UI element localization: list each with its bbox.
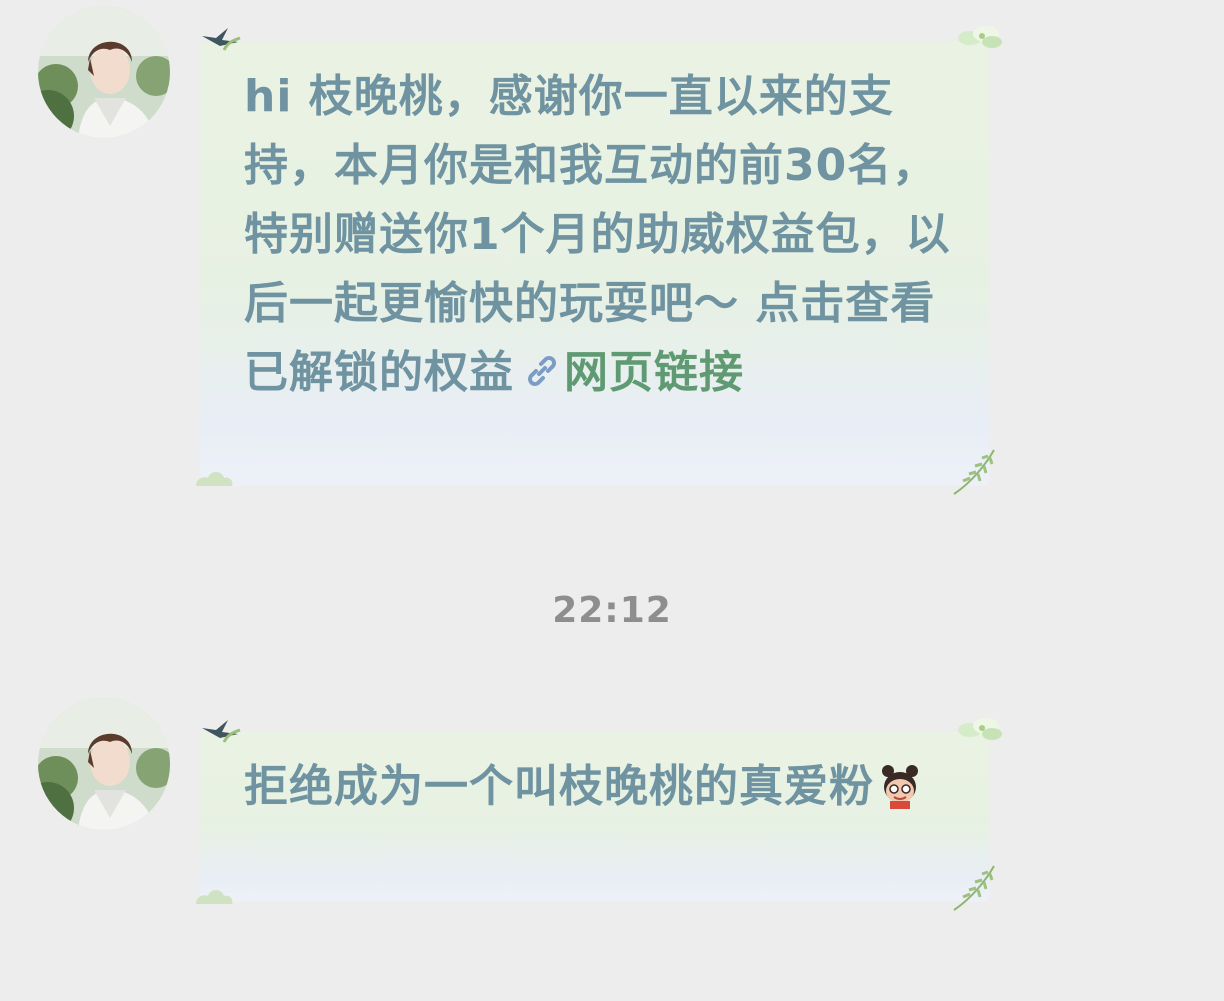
cloud-icon	[196, 890, 233, 904]
boy-portrait-avatar-icon	[38, 698, 170, 830]
flower-icon	[958, 718, 1002, 740]
swallow-icon	[202, 28, 241, 51]
message-text: 拒绝成为一个叫枝晚桃的真爱粉	[244, 761, 874, 812]
boy-portrait-avatar-icon	[38, 6, 170, 138]
flower-icon	[958, 26, 1002, 48]
web-link[interactable]: 网页链接	[564, 347, 744, 398]
swallow-icon	[202, 720, 241, 743]
sender-avatar[interactable]	[38, 6, 170, 138]
message-bubble[interactable]: 拒绝成为一个叫枝晚桃的真爱粉	[200, 732, 990, 902]
message-row: hi 枝晚桃，感谢你一直以来的支持，本月你是和我互动的前30名，特别赠送你1个月…	[0, 0, 1224, 520]
link-icon[interactable]	[522, 342, 562, 411]
cartoon-girl-emoji-icon	[876, 760, 924, 829]
sender-avatar[interactable]	[38, 698, 170, 830]
willow-icon	[953, 449, 995, 495]
message-bubble[interactable]: hi 枝晚桃，感谢你一直以来的支持，本月你是和我互动的前30名，特别赠送你1个月…	[200, 42, 990, 486]
message-row: 拒绝成为一个叫枝晚桃的真爱粉	[0, 690, 1224, 920]
message-timestamp: 22:12	[552, 590, 672, 631]
willow-icon	[953, 865, 995, 911]
chat-window: hi 枝晚桃，感谢你一直以来的支持，本月你是和我互动的前30名，特别赠送你1个月…	[0, 0, 1224, 1001]
cloud-icon	[196, 472, 233, 486]
